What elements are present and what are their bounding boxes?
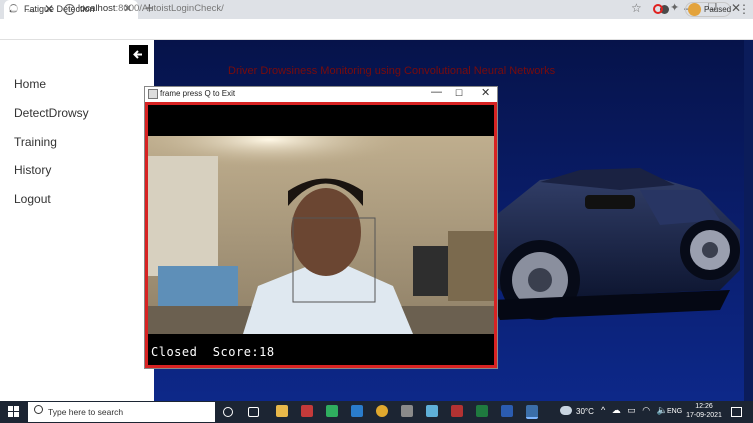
task-view-icon[interactable] bbox=[248, 407, 259, 417]
database-icon[interactable] bbox=[401, 405, 413, 417]
clock-date[interactable]: 17-09-2021 bbox=[685, 412, 723, 419]
site-info-icon[interactable]: i bbox=[64, 4, 75, 15]
language-indicator[interactable]: ENG bbox=[667, 408, 682, 415]
opencv-window-title: frame press Q to Exit bbox=[160, 89, 236, 98]
opera-extension-icon[interactable] bbox=[653, 4, 663, 14]
address-path: :8000/AutoistLoginCheck/ bbox=[115, 3, 224, 14]
avatar bbox=[688, 3, 701, 16]
python-icon[interactable] bbox=[526, 405, 538, 419]
weather-cloud-icon[interactable] bbox=[560, 406, 572, 415]
extensions-puzzle-icon[interactable]: ✦ bbox=[670, 1, 679, 14]
opencv-maximize-button[interactable]: ☐ bbox=[455, 88, 463, 99]
webcam-feed-image bbox=[148, 136, 494, 334]
clock-time[interactable]: 12:26 bbox=[685, 403, 723, 410]
bookmark-star-icon[interactable]: ☆ bbox=[631, 1, 642, 15]
back-button[interactable]: ← bbox=[7, 2, 19, 16]
address-host: localhost bbox=[78, 3, 116, 14]
browser-toolbar bbox=[0, 19, 753, 40]
file-explorer-icon[interactable] bbox=[276, 405, 288, 417]
system-tray-icons[interactable]: ^ ☁ ▭ ◠ 🔈 bbox=[601, 405, 670, 416]
sidebar-collapse-button[interactable] bbox=[129, 45, 148, 64]
sidebar bbox=[0, 40, 154, 402]
app-media-icon[interactable] bbox=[451, 405, 463, 417]
forward-button[interactable]: → bbox=[25, 2, 37, 16]
stop-loading-button[interactable]: ✕ bbox=[44, 2, 54, 16]
sports-car-illustration bbox=[490, 168, 740, 320]
profile-paused-label: Paused bbox=[704, 5, 732, 14]
excel-icon[interactable] bbox=[476, 405, 488, 417]
search-placeholder: Type here to search bbox=[48, 407, 124, 417]
vscode-icon[interactable] bbox=[351, 405, 363, 417]
app-red-icon[interactable] bbox=[301, 405, 313, 417]
page-title: Driver Drowsiness Monitoring using Convo… bbox=[228, 65, 556, 77]
app-blue-icon[interactable] bbox=[426, 405, 438, 417]
search-icon bbox=[34, 405, 43, 414]
sidebar-item-logout[interactable]: Logout bbox=[14, 192, 51, 206]
windows-start-icon[interactable] bbox=[8, 406, 19, 417]
arrow-left-icon bbox=[133, 50, 142, 59]
cortana-icon[interactable] bbox=[223, 407, 233, 417]
sidebar-item-history[interactable]: History bbox=[14, 163, 51, 177]
weather-temperature[interactable]: 30°C bbox=[576, 407, 594, 416]
chrome-icon[interactable] bbox=[376, 405, 388, 417]
sidebar-item-detectdrowsy[interactable]: DetectDrowsy bbox=[14, 106, 89, 120]
browser-menu-icon[interactable]: ⋮ bbox=[738, 2, 750, 16]
pycharm-icon[interactable] bbox=[326, 405, 338, 417]
drowsiness-status-text: Closed Score:18 bbox=[151, 345, 275, 359]
opencv-close-button[interactable]: ✕ bbox=[481, 86, 490, 99]
sidebar-item-home[interactable]: Home bbox=[14, 77, 46, 91]
notification-icon[interactable] bbox=[731, 407, 742, 417]
address-bar[interactable]: localhost:8000/AutoistLoginCheck/ bbox=[78, 3, 224, 14]
word-icon[interactable] bbox=[501, 405, 513, 417]
app-window-icon bbox=[148, 89, 158, 99]
sidebar-item-training[interactable]: Training bbox=[14, 135, 57, 149]
opencv-minimize-button[interactable]: — bbox=[431, 86, 442, 98]
